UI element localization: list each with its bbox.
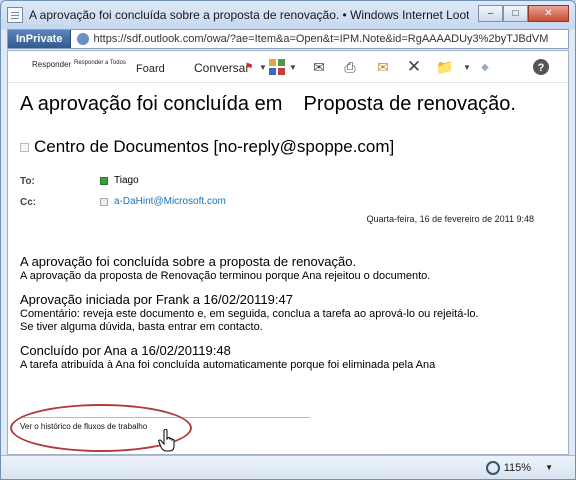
url-text[interactable]: https://sdf.outlook.com/owa/?ae=Item&a=O…	[93, 33, 548, 45]
help-icon[interactable]: ?	[532, 58, 550, 76]
reply-button[interactable]: Responder	[32, 60, 71, 69]
body-heading: A aprovação foi concluída sobre a propos…	[20, 254, 357, 269]
to-recipient-name[interactable]: Tiago	[114, 175, 139, 186]
page-icon	[77, 33, 90, 45]
inprivate-badge: InPrivate	[8, 30, 72, 48]
message-toolbar: Responder Responder a Todos Foard Conver…	[8, 51, 568, 83]
reply-all-button[interactable]: Responder a Todos	[74, 60, 126, 66]
chevron-down-icon[interactable]: ▼	[284, 58, 302, 76]
maximize-button[interactable]: □	[503, 5, 528, 22]
forward-button[interactable]: Foard	[136, 63, 165, 75]
sender[interactable]: Centro de Documentos [no-reply@spoppe.co…	[20, 137, 394, 157]
body-text: Aprovação iniciada por Frank a 16/02/201…	[20, 292, 293, 307]
presence-icon	[20, 142, 29, 152]
window-title: A aprovação foi concluída sobre a propos…	[29, 8, 469, 22]
minimize-button[interactable]: –	[478, 5, 503, 22]
sender-name[interactable]: Centro de Documentos [no-reply@spoppe.co…	[34, 137, 394, 157]
hand-cursor-icon	[158, 429, 175, 452]
cc-recipient-email[interactable]: a-DaHint@Microsoft.com	[114, 196, 226, 207]
move-to-folder-icon[interactable]: 📁	[436, 58, 454, 76]
close-button[interactable]: ✕	[528, 5, 569, 22]
chevron-down-icon[interactable]: ▼	[458, 58, 476, 76]
zoom-level[interactable]: 115%	[504, 462, 531, 474]
message-body: A aprovação foi concluída sobre a propos…	[20, 254, 560, 372]
message-date: Quarta-feira, 16 de fevereiro de 2011 9:…	[366, 214, 534, 224]
cc-recipient[interactable]: a-DaHint@Microsoft.com	[100, 196, 226, 207]
arrow-icon[interactable]: ◆	[476, 58, 494, 76]
window-controls: – □ ✕	[478, 5, 569, 22]
body-text: A tarefa atribuída à Ana foi concluída a…	[20, 359, 436, 371]
message-subject: A aprovação foi concluída em Proposta de…	[20, 93, 516, 116]
browser-window: A aprovação foi concluída sobre a propos…	[0, 0, 576, 480]
presence-unknown-icon	[100, 197, 108, 206]
body-text: A aprovação da proposta de Renovação ter…	[20, 270, 431, 282]
status-bar: 115% ▼	[1, 455, 575, 479]
svg-text:?: ?	[538, 62, 545, 74]
chevron-down-icon[interactable]: ▼	[545, 463, 553, 472]
subject-part-1: A aprovação foi concluída em	[20, 93, 283, 115]
title-bar: A aprovação foi concluída sobre a propos…	[1, 1, 575, 29]
junk-icon[interactable]: ✉	[374, 58, 392, 76]
subject-part-2: Proposta de renovação.	[303, 93, 516, 115]
zoom-icon[interactable]	[485, 460, 500, 475]
print-icon[interactable]: ⎙	[341, 58, 359, 76]
cc-label: Cc:	[20, 197, 37, 208]
message-icon	[7, 7, 23, 23]
presence-online-icon	[100, 176, 108, 185]
body-text: Se tiver alguma dúvida, basta entrar em …	[20, 321, 263, 333]
to-recipient[interactable]: Tiago	[100, 175, 139, 186]
delete-icon[interactable]: ✕	[405, 57, 423, 76]
to-label: To:	[20, 176, 35, 187]
body-text: Concluído por Ana a 16/02/20119:48	[20, 343, 231, 358]
message-pane: Responder Responder a Todos Foard Conver…	[7, 50, 569, 455]
body-text: Comentário: reveja este documento e, em …	[20, 308, 479, 320]
move-icon[interactable]: ✉	[310, 58, 328, 76]
address-bar[interactable]: InPrivate https://sdf.outlook.com/owa/?a…	[7, 29, 569, 49]
